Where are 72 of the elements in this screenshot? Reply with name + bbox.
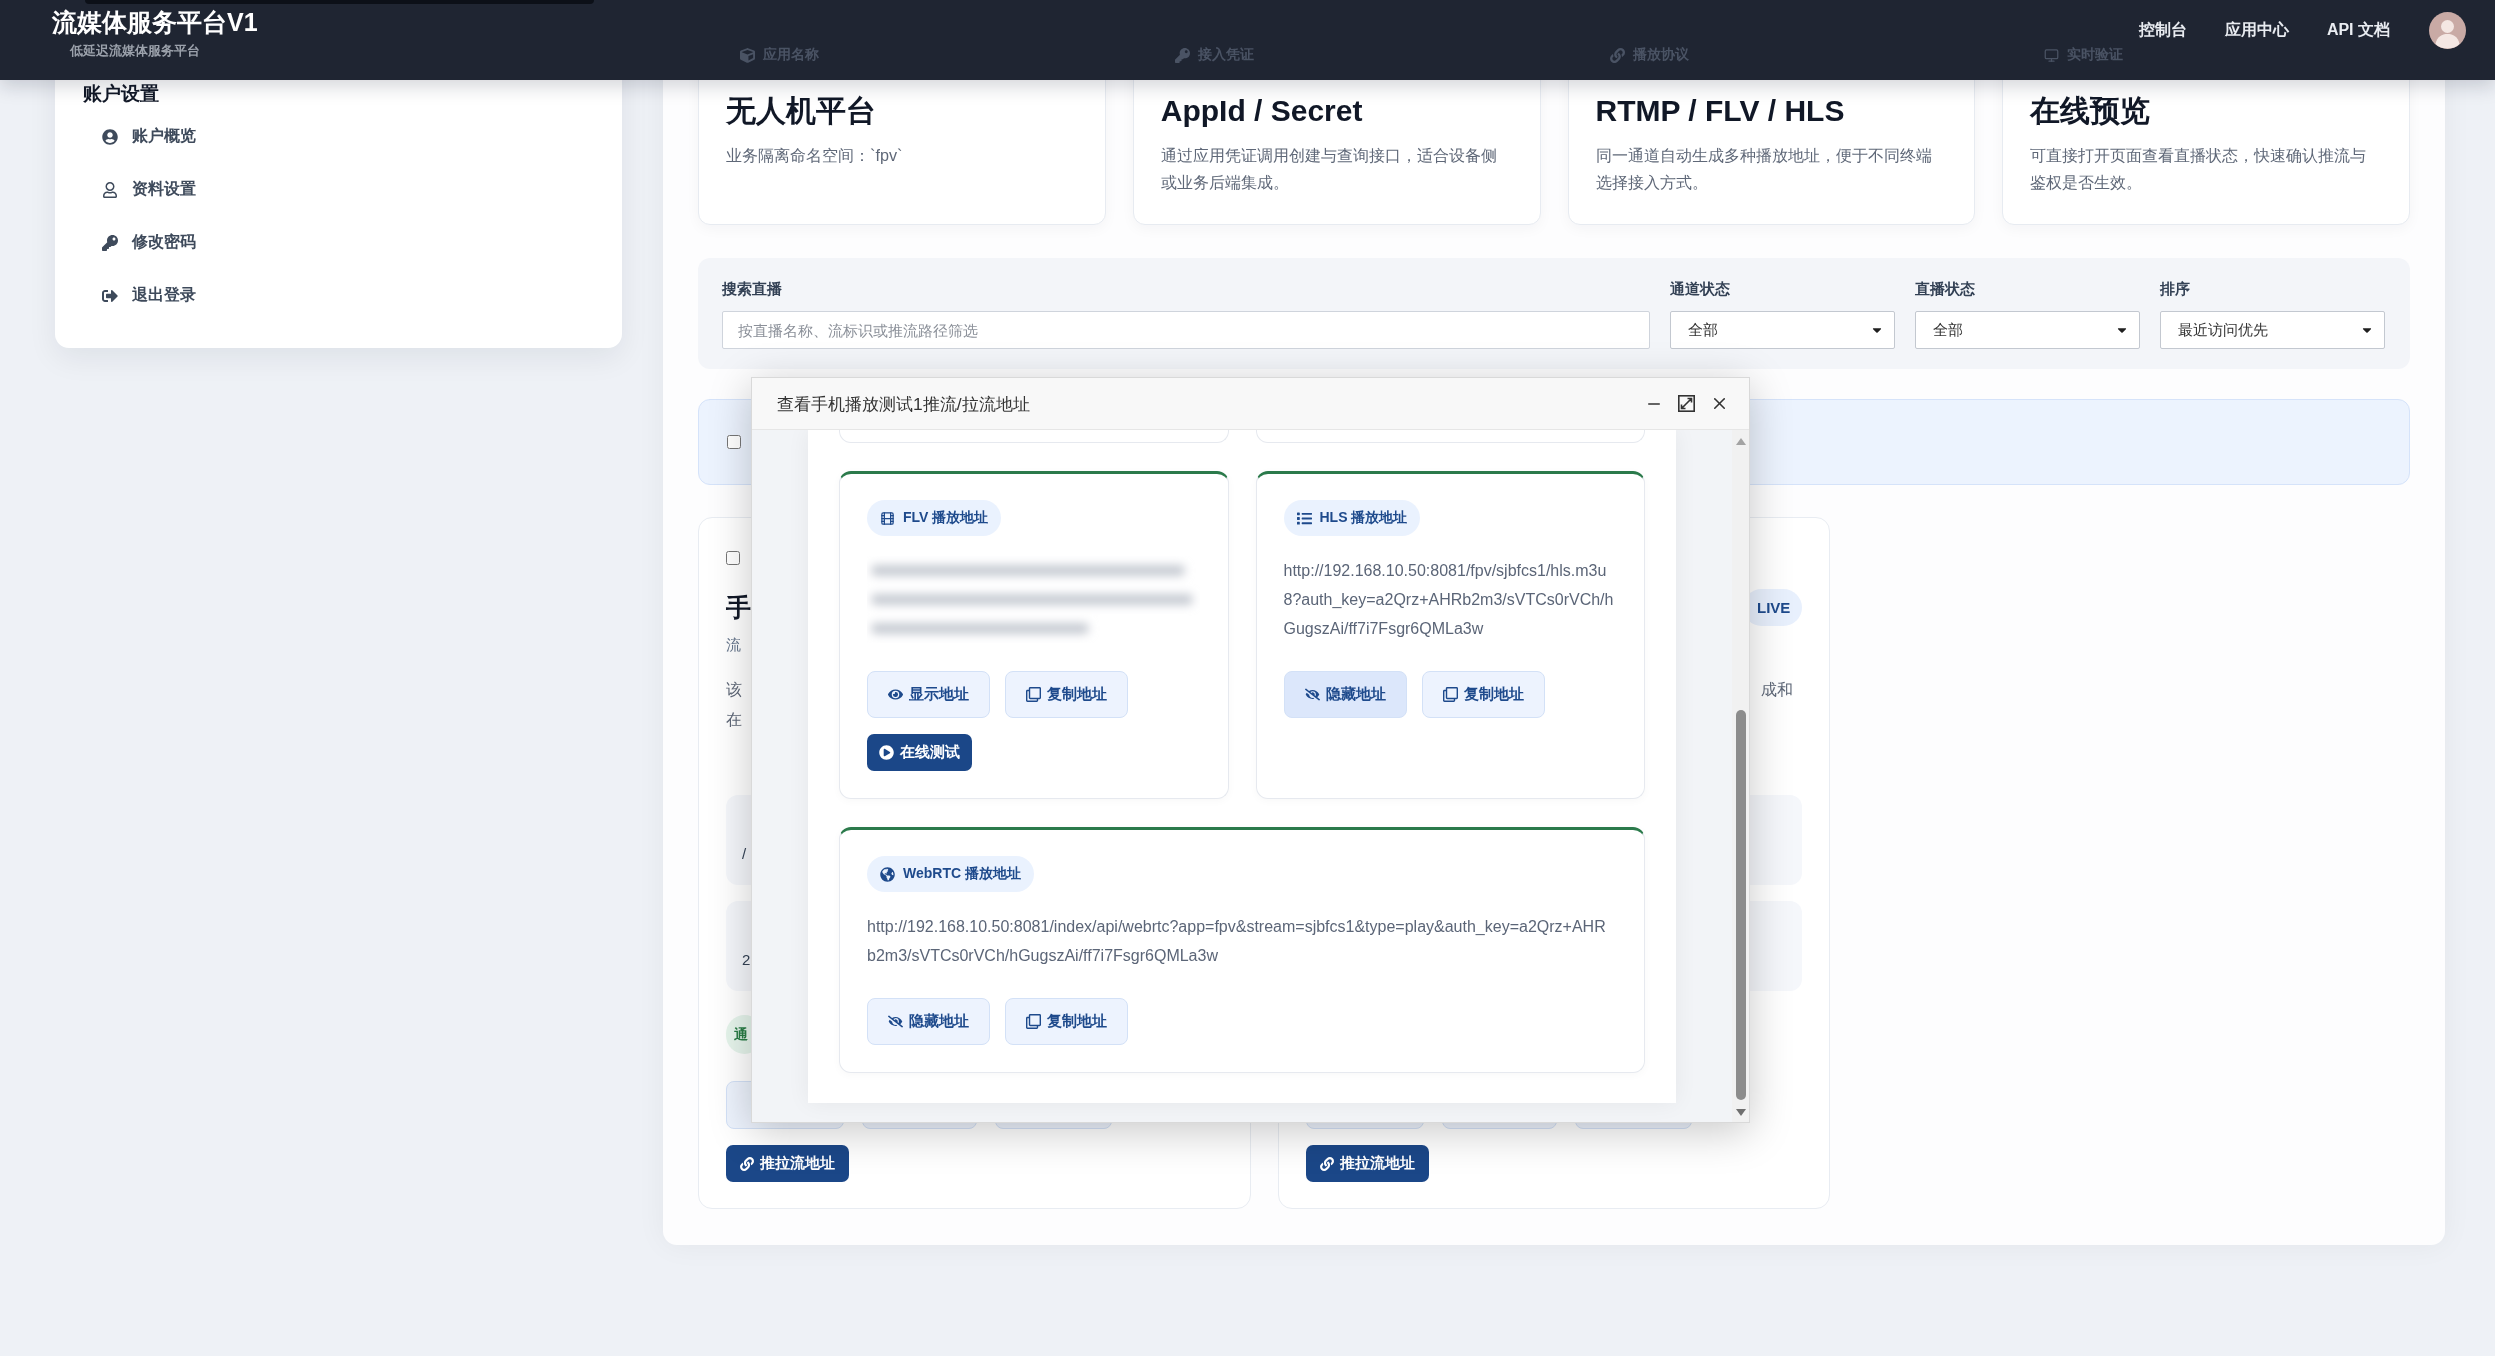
sidebar-item[interactable]: 资料设置 <box>83 163 196 216</box>
info-value: / <box>742 844 747 864</box>
select-field[interactable]: 全部 <box>1670 311 1895 349</box>
link-icon <box>1609 47 1625 63</box>
filter-label: 排序 <box>2160 280 2190 299</box>
app-subtitle: 低延迟流媒体服务平台 <box>70 42 200 60</box>
user-icon <box>102 181 118 198</box>
app-title: 流媒体服务平台V1 <box>52 7 258 37</box>
select-field[interactable]: 全部 <box>1915 311 2140 349</box>
toggle-address-button[interactable]: 隐藏地址 <box>1283 671 1407 718</box>
nav-link[interactable]: API 文档 <box>2326 20 2390 41</box>
copy-icon <box>1026 687 1041 702</box>
logout-icon <box>102 287 118 304</box>
eye-slash-icon <box>888 1014 903 1029</box>
toggle-address-button[interactable]: 隐藏地址 <box>867 998 990 1045</box>
sidebar-item[interactable]: 退出登录 <box>83 269 196 322</box>
stream-description: 在 <box>726 710 742 730</box>
copy-address-button[interactable]: 复制地址 <box>1005 671 1128 718</box>
toggle-address-button[interactable]: 显示地址 <box>867 671 990 718</box>
monitor-icon <box>2044 47 2060 63</box>
address-url: http://192.168.10.50:8081/fpv/sjbfcs1/hls.m3u8?auth_key=a2Qrz+AHRb2m3/sVTCs0rVCh/hGugszAi/ff7i7Fsgr6QMLa3w <box>1283 561 1615 639</box>
stream-address-button[interactable]: 推拉流地址 <box>726 1145 849 1182</box>
copy-address-button[interactable]: 复制地址 <box>1421 671 1545 718</box>
maximize-icon[interactable] <box>1678 395 1695 412</box>
copy-icon <box>1442 687 1458 702</box>
select-all-checkbox[interactable] <box>727 435 741 449</box>
film-icon <box>880 510 895 526</box>
list-icon <box>1296 510 1312 526</box>
eye-icon <box>888 687 903 702</box>
filter-label: 搜索直播 <box>722 280 782 299</box>
address-type-tag: WebRTC 播放地址 <box>867 856 1034 892</box>
card-description: 可直接打开页面查看直播状态，快速确认推流与鉴权是否生效。 <box>2030 145 2368 193</box>
card-description: 业务隔离命名空间：`fpv` <box>726 145 904 166</box>
address-url: http://192.168.10.50:8081/index/api/webrtc?app=fpv&stream=sjbfcs1&type=play&auth_key=a2Qrz+AHRb2m3/sVTCs0rVCh/hGugszAi/ff7i7Fsgr6QMLa3w <box>867 917 1607 966</box>
stream-subtitle: 流 <box>726 636 741 655</box>
link-icon <box>740 1156 754 1171</box>
key-icon <box>1174 47 1190 63</box>
select-checkbox[interactable] <box>726 551 740 565</box>
nav-link[interactable]: 控制台 <box>2138 20 2187 41</box>
info-value: 2 <box>742 950 751 970</box>
filter-label: 通道状态 <box>1670 280 1730 299</box>
address-type-tag: FLV 播放地址 <box>867 500 1002 536</box>
stream-title: 手 <box>726 592 751 623</box>
copy-address-button[interactable]: 复制地址 <box>1005 998 1128 1045</box>
sidebar-title: 账户设置 <box>83 83 160 105</box>
scrollbar-thumb[interactable] <box>1735 710 1746 1100</box>
stream-address-button[interactable]: 推拉流地址 <box>1305 1145 1429 1182</box>
globe-icon <box>880 866 895 882</box>
online-test-button[interactable]: 在线测试 <box>867 734 972 771</box>
card-title: RTMP / FLV / HLS <box>1595 93 1846 129</box>
card-title: 无人机平台 <box>726 93 877 129</box>
stream-description: 该 <box>726 680 742 700</box>
filter-label: 直播状态 <box>1915 280 1975 299</box>
card-title: AppId / Secret <box>1160 93 1364 129</box>
down-arrow-icon[interactable] <box>1735 1108 1746 1116</box>
card-title: 在线预览 <box>2030 93 2152 129</box>
search-field[interactable]: 按直播名称、流标识或推流路径筛选 <box>722 311 1650 349</box>
card-description: 同一通道自动生成多种播放地址，便于不同终端选择接入方式。 <box>1595 145 1933 193</box>
cube-icon <box>740 47 755 63</box>
copy-icon <box>1026 1014 1041 1029</box>
sidebar-item[interactable]: 修改密码 <box>83 216 196 269</box>
address-type-tag: HLS 播放地址 <box>1283 500 1421 536</box>
sidebar-item[interactable]: 账户概览 <box>83 110 196 163</box>
card-description: 通过应用凭证调用创建与查询接口，适合设备侧或业务后端集成。 <box>1160 145 1498 193</box>
link-icon <box>1319 1156 1334 1171</box>
avatar-icon[interactable] <box>2429 12 2466 49</box>
dialog-title: 查看手机播放测试1推流/拉流地址 <box>777 392 1030 416</box>
select-field[interactable]: 最近访问优先 <box>2160 311 2385 349</box>
eye-slash-icon <box>1304 687 1320 702</box>
stream-description: 成和 <box>1761 680 1795 700</box>
key-icon <box>102 234 118 251</box>
nav-link[interactable]: 应用中心 <box>2224 20 2289 41</box>
